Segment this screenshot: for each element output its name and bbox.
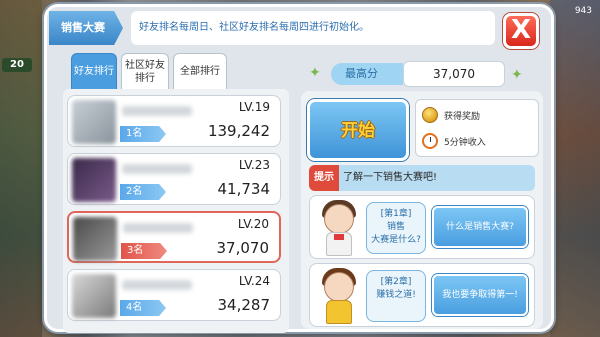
close-button[interactable]: X [503,13,539,49]
tab-friends-ranking[interactable]: 好友排行 [71,53,117,89]
player-level-badge: 20 [2,58,32,72]
avatar [72,158,116,202]
rank-badge: 3名 [121,243,167,259]
ranking-row[interactable]: LV.23 2名 41,734 [67,153,281,205]
ranking-row[interactable]: LV.19 1名 139,242 [67,95,281,147]
player-score: 41,734 [217,180,271,198]
avatar [73,217,117,261]
start-button[interactable]: 开始 [307,99,409,161]
tab-all-ranking[interactable]: 全部排行 [173,53,227,89]
player-score: 139,242 [207,122,270,140]
chapter-card-2: [第2章] 赚钱之道! 我也要争取得第一! [309,263,535,327]
player-level: LV.24 [238,274,270,288]
best-score-value: 37,070 [403,61,505,87]
avatar [72,100,116,144]
reward-row: 获得奖励 [422,104,480,126]
reward-info: 获得奖励 5分钟收入 [415,99,539,157]
rank-badge: 4名 [120,300,166,316]
chapter-bubble: [第1章] 销售 大赛是什么? [366,202,426,254]
reward-label: 5分钟收入 [444,137,486,148]
sales-contest-dialog: 销售大赛 好友排名每周日、社区好友排名每周四进行初始化。 X 好友排行 社区好友… [44,4,554,333]
money-sparkle-icon: ✦ [511,67,523,83]
player-level: LV.19 [238,100,270,114]
player-name-blurred [122,280,192,290]
reward-row: 5分钟收入 [422,130,486,152]
chapter-bubble: [第2章] 赚钱之道! [366,270,426,322]
player-score: 37,070 [216,239,270,257]
tip-tag: 提示 [309,165,339,191]
dialog-title: 销售大赛 [49,11,123,45]
chapter-card-1: [第1章] 销售 大赛是什么? 什么是销售大赛? [309,195,535,259]
tab-community-ranking[interactable]: 社区好友排行 [121,53,169,89]
start-button-label: 开始 [341,121,375,141]
player-level: LV.23 [238,158,270,172]
player-level: LV.20 [237,217,269,231]
tip-bar: 提示 了解一下销售大赛吧! [309,165,535,191]
rank-badge: 1名 [120,126,166,142]
background-right-strip [550,0,600,337]
ranking-row-current-player[interactable]: LV.20 3名 37,070 [67,211,281,263]
alarm-clock-icon [422,133,438,149]
best-score-label: 最高分 [331,63,403,85]
character-illustration [314,266,364,326]
coin-counter: 943 [574,6,592,16]
ranking-list[interactable]: LV.19 1名 139,242 LV.23 2名 41,734 LV.20 3… [63,89,289,333]
money-sparkle-icon: ✦ [309,65,321,81]
chapter-2-button[interactable]: 我也要争取得第一! [432,274,528,316]
tip-text: 了解一下销售大赛吧! [343,172,438,183]
character-illustration [314,198,364,258]
coin-icon [422,107,438,123]
chapter-1-button[interactable]: 什么是销售大赛? [432,206,528,248]
rank-badge: 2名 [120,184,166,200]
player-score: 34,287 [217,296,271,314]
player-name-blurred [123,223,193,233]
reward-label: 获得奖励 [444,111,481,122]
player-name-blurred [122,106,192,116]
avatar [72,274,116,318]
background-left-strip [0,0,42,337]
player-name-blurred [122,164,192,174]
reset-notice: 好友排名每周日、社区好友排名每周四进行初始化。 [131,11,495,45]
ranking-row[interactable]: LV.24 4名 34,287 [67,269,281,321]
